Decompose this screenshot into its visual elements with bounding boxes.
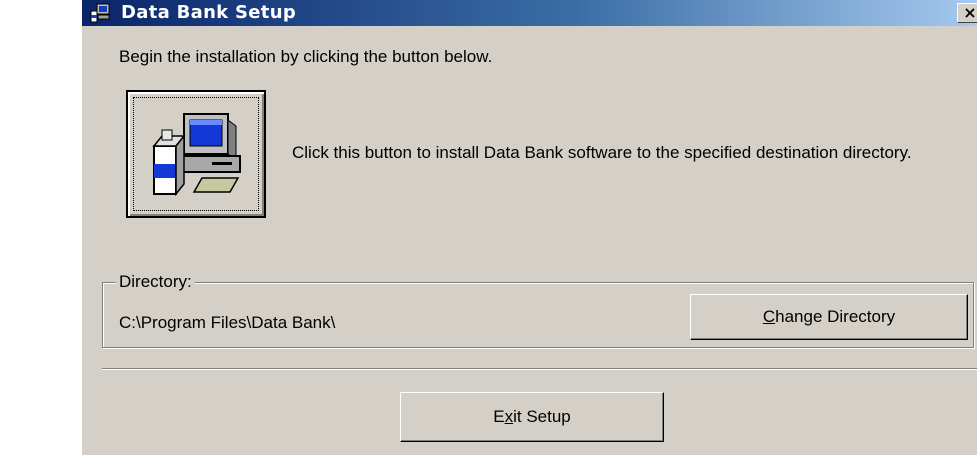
change-directory-button[interactable]: Change Directory <box>690 294 968 340</box>
directory-label: Directory: <box>116 272 195 292</box>
exit-setup-button[interactable]: Exit Setup <box>400 392 664 442</box>
intro-text: Begin the installation by clicking the b… <box>119 47 493 66</box>
exit-label-mnemonic: x <box>504 407 514 426</box>
close-button[interactable]: × <box>957 3 977 23</box>
change-directory-mnemonic: C <box>762 307 776 326</box>
separator-line <box>102 368 977 370</box>
exit-label-before: E <box>493 407 505 426</box>
directory-path: C:\Program Files\Data Bank\ <box>119 313 336 332</box>
install-button[interactable] <box>126 90 266 218</box>
exit-label-after: it Setup <box>513 407 571 426</box>
setup-computer-icon <box>90 3 112 23</box>
install-description: Click this button to install Data Bank s… <box>292 143 912 162</box>
exit-setup-label: Exit Setup <box>493 407 571 427</box>
change-directory-label: Change Directory <box>763 307 895 327</box>
computer-install-icon <box>152 113 241 197</box>
change-directory-label-rest: hange Directory <box>775 307 896 326</box>
close-icon: × <box>963 3 977 22</box>
title-bar[interactable]: Data Bank Setup × <box>82 0 977 26</box>
window-title: Data Bank Setup <box>121 2 296 23</box>
setup-window: Data Bank Setup × Begin the installation… <box>80 0 977 455</box>
